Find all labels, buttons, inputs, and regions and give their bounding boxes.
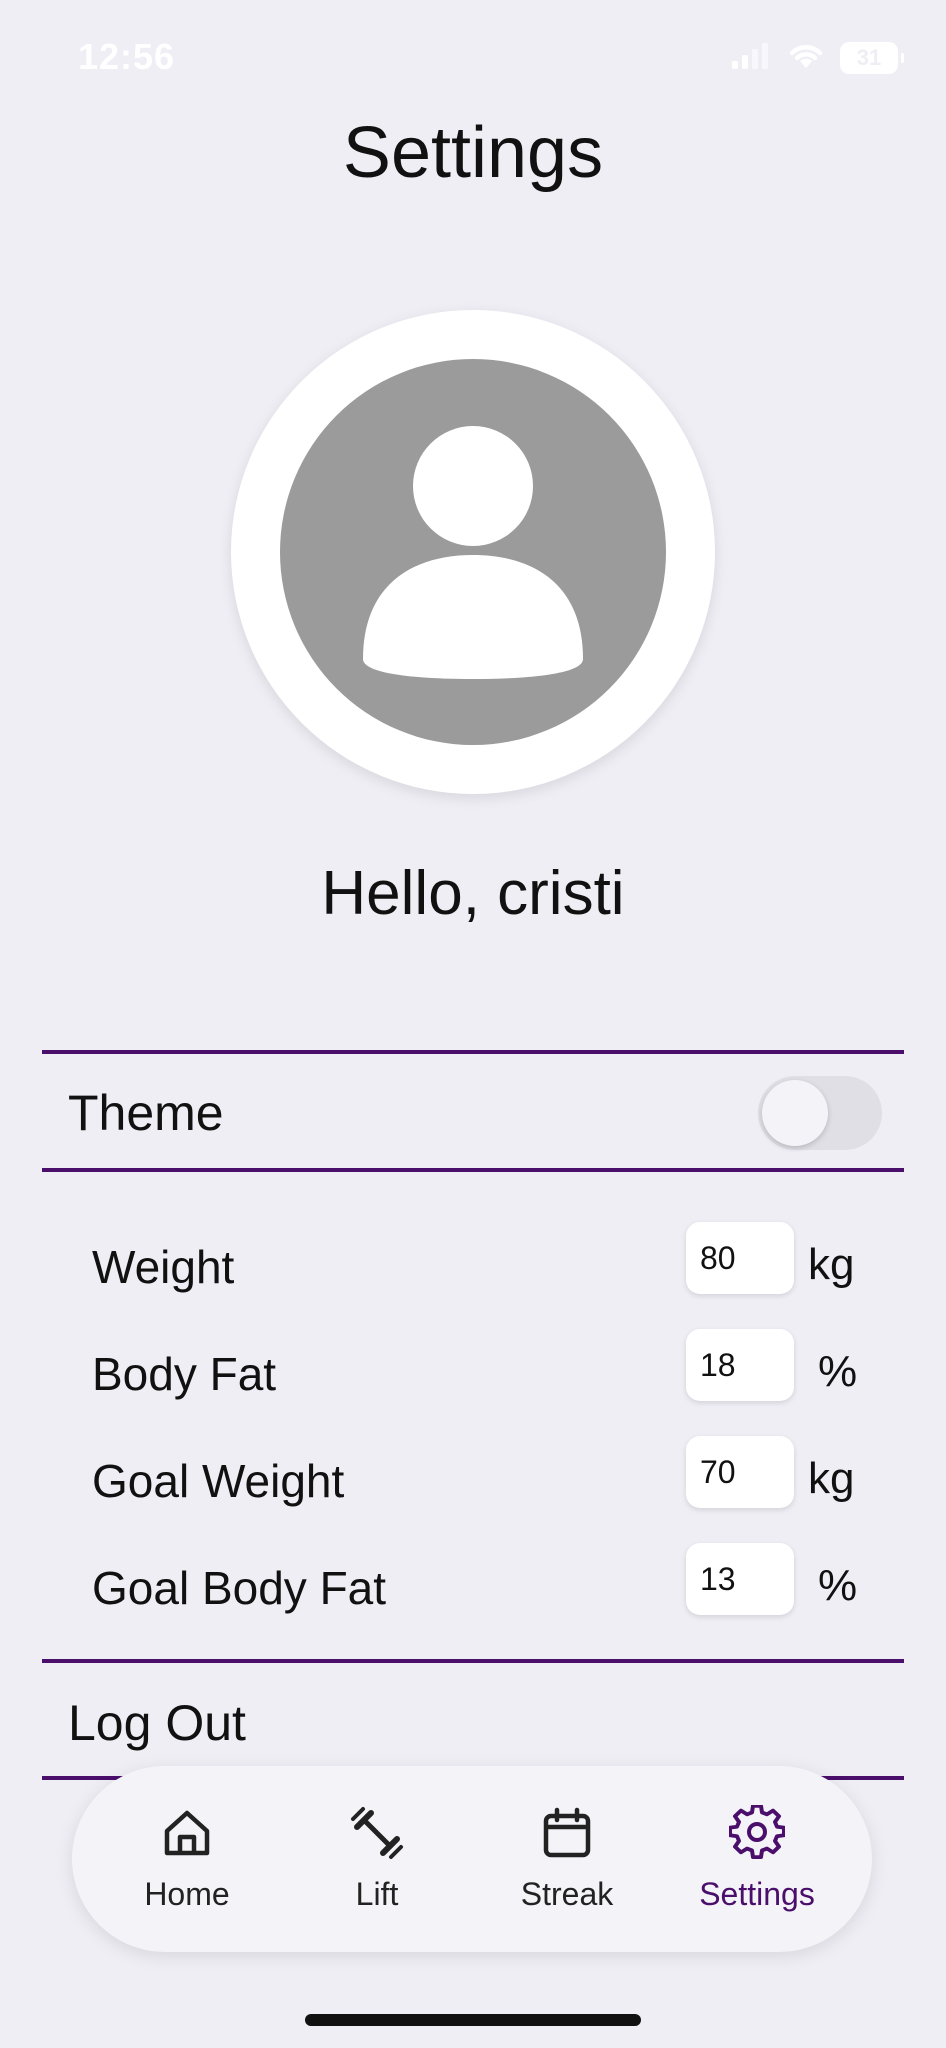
status-bar: 12:56 31 xyxy=(0,0,946,120)
goal-body-fat-label: Goal Body Fat xyxy=(92,1562,387,1614)
tab-home[interactable]: Home xyxy=(97,1784,277,1934)
avatar[interactable] xyxy=(231,310,715,794)
goal-body-fat-unit: % xyxy=(818,1561,858,1610)
gear-icon xyxy=(728,1803,786,1866)
body-fat-label: Body Fat xyxy=(92,1348,277,1400)
body-fat-input[interactable] xyxy=(686,1329,794,1401)
toggle-knob xyxy=(762,1080,828,1146)
stat-row-weight: Weight kg xyxy=(42,1220,904,1310)
goal-weight-label: Goal Weight xyxy=(92,1455,345,1507)
goal-body-fat-input[interactable] xyxy=(686,1543,794,1615)
person-icon xyxy=(280,359,666,745)
goal-weight-unit: kg xyxy=(808,1454,855,1503)
tab-lift-label: Lift xyxy=(355,1876,399,1912)
weight-unit: kg xyxy=(808,1240,855,1289)
home-indicator xyxy=(305,2014,641,2026)
home-icon xyxy=(159,1805,215,1866)
battery-icon: 31 xyxy=(840,41,904,74)
greeting: Hello, cristi xyxy=(321,859,625,928)
calendar-icon xyxy=(539,1805,595,1866)
weight-input[interactable] xyxy=(686,1222,794,1294)
stat-row-body-fat: Body Fat % xyxy=(42,1327,904,1417)
status-time: 12:56 xyxy=(78,36,176,77)
weight-label: Weight xyxy=(92,1241,235,1293)
stat-row-goal-body-fat: Goal Body Fat % xyxy=(42,1541,904,1631)
divider xyxy=(42,1168,904,1172)
stat-row-goal-weight: Goal Weight kg xyxy=(42,1434,904,1524)
goal-weight-input[interactable] xyxy=(686,1436,794,1508)
tab-streak-label: Streak xyxy=(520,1876,614,1912)
dumbbell-icon xyxy=(349,1805,405,1866)
status-icons: 31 xyxy=(732,40,904,75)
logout-button[interactable]: Log Out xyxy=(42,1666,904,1776)
wifi-icon xyxy=(786,40,826,75)
body-fat-unit: % xyxy=(818,1347,858,1396)
tab-settings[interactable]: Settings xyxy=(667,1784,847,1934)
tab-streak[interactable]: Streak xyxy=(477,1784,657,1934)
tab-settings-label: Settings xyxy=(699,1876,815,1912)
tab-lift[interactable]: Lift xyxy=(287,1784,467,1934)
theme-row: Theme xyxy=(42,1056,904,1170)
logout-label: Log Out xyxy=(68,1695,246,1751)
divider xyxy=(42,1659,904,1663)
divider xyxy=(42,1050,904,1054)
signal-icon xyxy=(732,41,772,74)
tab-bar: Home Lift Streak Settings xyxy=(72,1766,872,1952)
theme-label: Theme xyxy=(68,1085,224,1141)
tab-home-label: Home xyxy=(144,1876,230,1912)
theme-toggle[interactable] xyxy=(758,1076,882,1150)
page-title: Settings xyxy=(342,113,604,193)
